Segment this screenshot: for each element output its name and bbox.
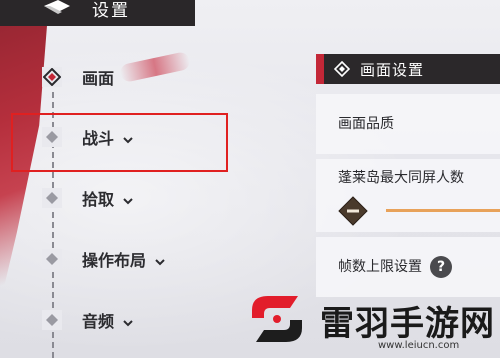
sidebar-item-label: 音频 (82, 312, 115, 331)
watermark-url: www.leiucn.com (378, 340, 460, 351)
sidebar-item-label: 操作布局 (82, 251, 147, 270)
sidebar-item-display[interactable]: 画面 (42, 62, 114, 92)
chevron-down-icon (122, 192, 134, 205)
page-title: 设置 (92, 1, 130, 21)
setting-row-max-players: 蓬莱岛最大同屏人数 (316, 159, 500, 232)
watermark-text: 雷羽手游网 (320, 304, 495, 344)
diamond-icon (42, 249, 62, 269)
setting-row-quality[interactable]: 画面品质 (316, 94, 500, 154)
sidebar-item-control-layout[interactable]: 操作布局 (42, 244, 166, 274)
watermark: 雷羽手游网 www.leiucn.com (238, 284, 500, 358)
sidebar-item-pickup[interactable]: 拾取 (42, 183, 134, 213)
sidebar-item-audio[interactable]: 音频 (42, 305, 134, 335)
sidebar-item-label: 拾取 (82, 190, 115, 209)
help-icon[interactable]: ? (430, 256, 452, 278)
watermark-logo-icon (246, 288, 308, 350)
slider-minus-knob[interactable] (338, 196, 368, 226)
diamond-active-icon (42, 67, 62, 87)
back-arrow-icon[interactable] (40, 0, 74, 26)
top-bar: 设置 (0, 0, 195, 26)
slider-track[interactable] (386, 209, 500, 212)
panel-header: 画面设置 (316, 54, 500, 84)
chevron-down-icon (122, 314, 134, 327)
setting-label: 蓬莱岛最大同屏人数 (338, 170, 464, 186)
diamond-icon (333, 60, 351, 78)
header-accent (316, 54, 324, 84)
sidebar-item-label: 画面 (82, 69, 115, 88)
panel-title: 画面设置 (360, 60, 425, 79)
chevron-down-icon (154, 253, 166, 266)
highlight-box (11, 113, 228, 172)
diamond-icon (42, 310, 62, 330)
setting-label: 画面品质 (338, 116, 394, 132)
diamond-icon (42, 188, 62, 208)
